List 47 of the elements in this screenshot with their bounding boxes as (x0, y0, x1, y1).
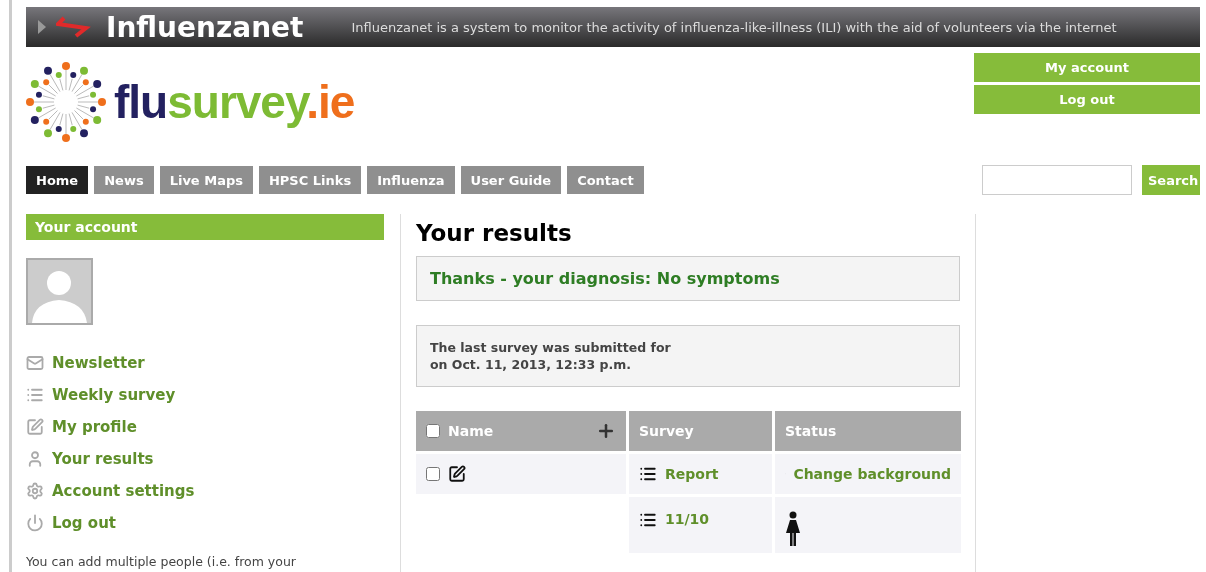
list-icon (639, 465, 657, 483)
search-field[interactable] (982, 165, 1132, 195)
tagline: Influenzanet is a system to monitor the activity of influenza-like-illness (ILI) with the aid of volunteers via the internet (351, 19, 1117, 35)
envelope-icon (26, 354, 44, 372)
female-figure-icon (785, 511, 801, 547)
avatar (26, 258, 93, 325)
sidebar-link[interactable]: Your results (26, 443, 384, 475)
status-link[interactable]: Change background (793, 466, 951, 482)
edit-icon (26, 418, 44, 436)
user-icon (26, 450, 44, 468)
power-icon (26, 514, 44, 532)
search-button[interactable]: Search (1142, 165, 1200, 195)
table-header: Survey (629, 411, 772, 451)
sidebar-link[interactable]: Newsletter (26, 347, 384, 379)
row-checkbox[interactable] (426, 467, 440, 481)
sidebar-link[interactable]: My profile (26, 411, 384, 443)
nav-tab[interactable]: Influenza (367, 166, 455, 194)
survey-link[interactable]: Report (665, 466, 719, 482)
sidebar-note: You can add multiple people (i.e. from your (26, 555, 297, 569)
account-button[interactable]: Log out (974, 85, 1200, 114)
nav-tab[interactable]: News (94, 166, 154, 194)
page-title: Your results (416, 220, 573, 246)
nav-tab[interactable]: HPSC Links (258, 166, 362, 194)
nav-tab[interactable]: Home (26, 166, 89, 194)
sidebar-link[interactable]: Log out (26, 507, 384, 539)
play-arrow-icon (38, 20, 46, 34)
logo-burst-icon (26, 62, 106, 142)
settings-icon (26, 482, 44, 500)
nav-tab[interactable]: Contact (567, 166, 644, 194)
select-all-checkbox[interactable] (426, 424, 440, 438)
list-icon (26, 386, 44, 404)
nav-tab[interactable]: Live Maps (159, 166, 253, 194)
column-title: Name (448, 423, 494, 439)
diagnosis-message: Thanks - your diagnosis: No symptoms (430, 269, 781, 288)
sidebar-title: Your account (26, 214, 384, 240)
survey-link[interactable]: 11/10 (665, 511, 710, 527)
brand-name: Influenzanet (106, 10, 304, 44)
list-icon (639, 511, 657, 529)
nav-tab[interactable]: User Guide (460, 166, 562, 194)
site-logo: flusurvey.ie (114, 75, 355, 129)
sidebar-link[interactable]: Weekly survey (26, 379, 384, 411)
last-survey-message: The last survey was submitted for on Oct. 11, 2013, 12:33 p.m. (430, 339, 672, 373)
add-icon[interactable] (596, 421, 616, 441)
sidebar-link[interactable]: Account settings (26, 475, 384, 507)
table-header: Status (775, 411, 961, 451)
account-button[interactable]: My account (974, 53, 1200, 82)
edit-icon (448, 465, 466, 483)
